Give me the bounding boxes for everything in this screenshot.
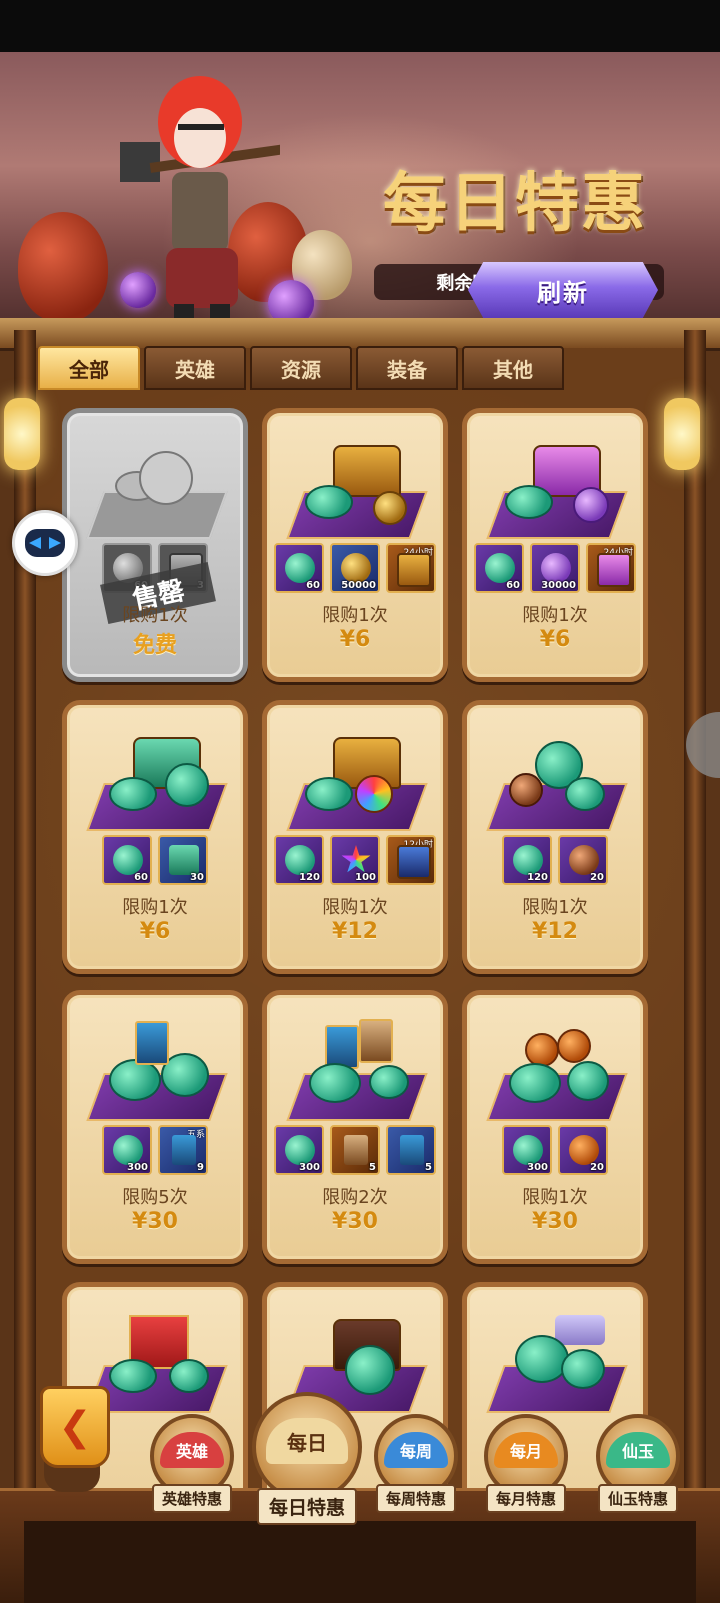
jade-coin-icon[interactable]: 300 [102,1125,152,1175]
gold-chest-icon[interactable]: 24小时 [386,543,436,593]
purchase-limit: 限购1次 [522,1187,588,1208]
offer-art [485,1013,628,1123]
purchase-limit: 限购1次 [522,897,588,918]
scroll-card-icon[interactable]: 5 [330,1125,380,1175]
tab-other[interactable]: 其他 [462,346,564,390]
price-label: ¥30 [132,1209,178,1234]
page-title: 每日特惠 [383,166,647,241]
purchase-limit: 限购1次 [122,605,188,626]
purchase-limit: 限购1次 [122,897,188,918]
offer-art [485,1305,628,1415]
purchase-limit: 限购2次 [322,1187,388,1208]
reward-items: 300 五系 9 [67,1125,243,1175]
offer-art [85,431,228,541]
offer-card[interactable]: 120 100 12小时 限购1次 ¥12 [262,700,448,974]
nav-label: 英雄特惠 [151,1484,232,1513]
lantern-icon [4,398,40,470]
price-label: ¥6 [339,627,371,652]
back-arrow-icon: ❮ [58,1404,92,1450]
price-label: ¥30 [532,1209,578,1234]
offer-card[interactable]: 120 20 限购1次 ¥12 [462,700,648,974]
jade-coin-icon[interactable]: 60 [274,543,324,593]
offer-art [285,431,428,541]
price-label: 免费 [132,633,177,658]
reward-items: 300 20 [467,1125,643,1175]
purchase-limit: 限购1次 [522,605,588,626]
purchase-limit: 限购1次 [322,897,388,918]
treasure-chest-icon[interactable]: 12小时 [386,835,436,885]
jade-coin-icon[interactable]: 300 [274,1125,324,1175]
offer-art [85,723,228,833]
nav-hero-deals[interactable]: 英雄 英雄特惠 [150,1414,234,1513]
purchase-limit: 限购5次 [122,1187,188,1208]
purple-essence-icon[interactable]: 30000 [530,543,580,593]
bronze-coin-icon[interactable]: 20 [558,835,608,885]
reward-items: 60 30000 24小时 [467,543,643,593]
reward-items: 120 20 [467,835,643,885]
blue-card-icon[interactable]: 5 [386,1125,436,1175]
refresh-button[interactable]: 刷新 [468,262,658,318]
jade-coin-icon[interactable]: 300 [502,1125,552,1175]
offer-art [85,1013,228,1123]
offer-card[interactable]: 300 五系 9 限购5次 ¥30 [62,990,248,1264]
jade-coin-icon[interactable]: 60 [474,543,524,593]
offer-card[interactable]: 300 5 5 限购2次 ¥30 [262,990,448,1264]
money-bag-icon [18,212,108,322]
price-label: ¥30 [332,1209,378,1234]
nav-monthly-deals[interactable]: 每月 每月特惠 [484,1414,568,1513]
nav-jade-deals[interactable]: 仙玉 仙玉特惠 [596,1414,680,1513]
jade-chest-icon[interactable]: 30 [158,835,208,885]
offer-card[interactable]: 300 20 限购1次 ¥30 [462,990,648,1264]
gold-coin-icon[interactable]: 50000 [330,543,380,593]
rainbow-star-icon[interactable]: 100 [330,835,380,885]
offer-art [485,723,628,833]
orange-coin-icon[interactable]: 20 [558,1125,608,1175]
reward-items: 60 30 [67,835,243,885]
tab-resources[interactable]: 资源 [250,346,352,390]
right-pillar [684,330,706,1510]
nav-label: 每日特惠 [256,1488,357,1525]
hero-character-icon [120,76,280,320]
assistant-eyes-icon [25,529,65,557]
price-label: ¥6 [139,919,171,944]
reward-items: 120 100 12小时 [267,835,443,885]
offer-card[interactable]: 60 30000 24小时 限购1次 ¥6 [462,408,648,682]
nav-weekly-deals[interactable]: 每周 每周特惠 [374,1414,458,1513]
tab-all[interactable]: 全部 [38,346,140,390]
offer-art [285,1013,428,1123]
hero-card-icon[interactable]: 五系 9 [158,1125,208,1175]
offer-card[interactable]: 60 30 限购1次 ¥6 [62,700,248,974]
reward-items: 300 5 5 [267,1125,443,1175]
offer-art [285,723,428,833]
floating-assistant-button[interactable] [12,510,78,576]
jade-coin-icon[interactable]: 120 [502,835,552,885]
reward-items: 60 50000 24小时 [267,543,443,593]
offer-card[interactable]: 60 50000 24小时 限购1次 ¥6 [262,408,448,682]
nav-label: 仙玉特惠 [597,1484,678,1513]
left-pillar [14,330,36,1510]
nav-daily-deals[interactable]: 每日 每日特惠 [252,1392,362,1525]
jade-coin-icon[interactable]: 120 [274,835,324,885]
offer-card-free[interactable]: 60 3 售罄 限购1次 免费 [62,408,248,682]
price-label: ¥6 [539,627,571,652]
tab-heroes[interactable]: 英雄 [144,346,246,390]
purchase-limit: 限购1次 [322,605,388,626]
jade-coin-icon[interactable]: 60 [102,835,152,885]
fan-text: 每日 [266,1418,348,1464]
tab-equipment[interactable]: 装备 [356,346,458,390]
price-label: ¥12 [332,919,378,944]
back-button[interactable]: ❮ [40,1386,110,1468]
offer-art [485,431,628,541]
nav-label: 每月特惠 [485,1484,566,1513]
category-tabs: 全部 英雄 资源 装备 其他 [38,346,564,390]
nav-label: 每周特惠 [375,1484,456,1513]
lantern-icon [664,398,700,470]
purple-chest-icon[interactable]: 24小时 [586,543,636,593]
price-label: ¥12 [532,919,578,944]
